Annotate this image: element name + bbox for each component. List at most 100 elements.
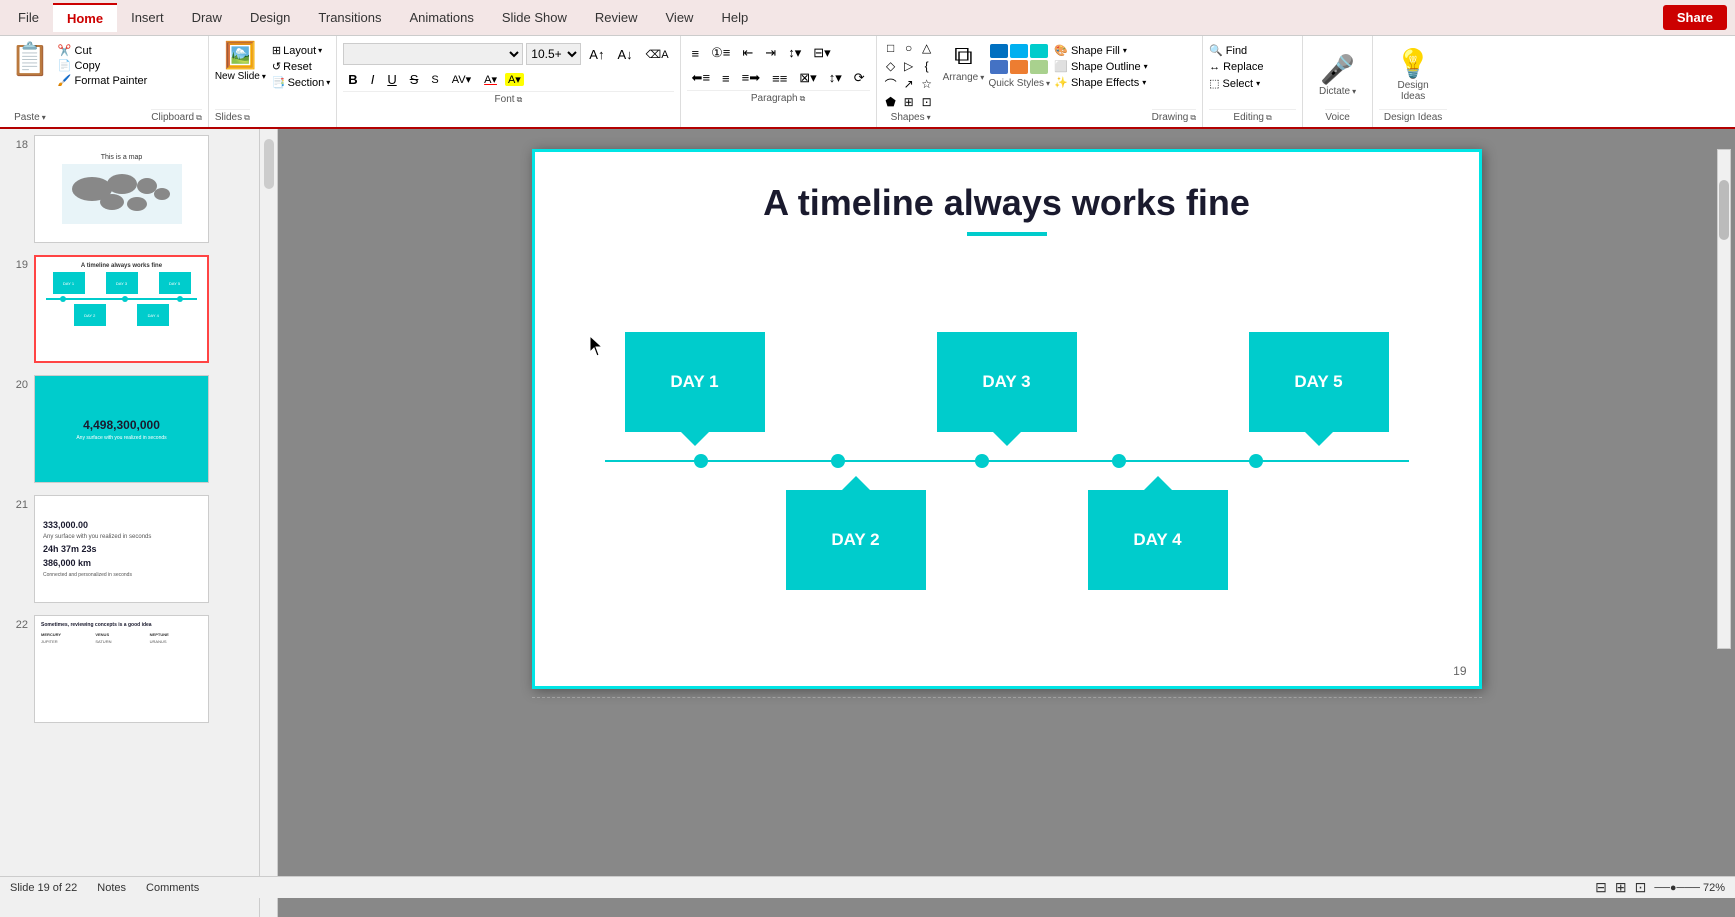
tab-review[interactable]: Review [581, 4, 652, 31]
tab-insert[interactable]: Insert [117, 4, 178, 31]
status-view-normal[interactable]: ⊟ [1595, 879, 1607, 896]
reset-button[interactable]: ↺Reset [272, 60, 330, 73]
panel-scrollbar[interactable] [260, 129, 278, 917]
select-button[interactable]: ⬚Select▾ [1209, 77, 1296, 90]
align-left-button[interactable]: ⬅≡ [687, 68, 715, 88]
align-right-button[interactable]: ≡➡ [737, 68, 765, 88]
slides-group: 🖼️ New Slide▾ ⊞Layout▾ ↺Reset 📑Section▾ [209, 36, 337, 127]
slide-img-19[interactable]: A timeline always works fine DAY 1 DAY 3… [34, 255, 209, 363]
app-body: 18 This is a map [0, 129, 1735, 917]
shadow-button[interactable]: S [426, 72, 443, 88]
slide20-mini-number: 4,498,300,000 [83, 418, 160, 432]
tab-design[interactable]: Design [236, 4, 304, 31]
slide-canvas-19[interactable]: A timeline always works fine DAY 1 DAY 3 [532, 149, 1482, 689]
decrease-indent-button[interactable]: ⇤ [737, 43, 758, 63]
slide-content: A timeline always works fine DAY 1 DAY 3 [535, 152, 1479, 686]
dictate-button[interactable]: 🎤 Dictate▾ [1319, 40, 1356, 109]
format-painter-button[interactable]: 🖌️Format Painter [58, 74, 147, 87]
tab-view[interactable]: View [652, 4, 708, 31]
font-label[interactable]: Font⧉ [343, 91, 673, 105]
slide-img-20[interactable]: 4,498,300,000 Any surface with you reali… [34, 375, 209, 483]
tab-help[interactable]: Help [707, 4, 762, 31]
slide-num-20: 20 [8, 379, 28, 391]
shapes-button[interactable]: □○△◇ ▷{⌒↗ ☆⬟⊞⊡ Shapes▾ [883, 40, 939, 123]
font-color-button[interactable]: A▾ [479, 71, 502, 88]
cut-button[interactable]: ✂️Cut [58, 44, 147, 57]
clipboard-label[interactable]: Clipboard⧉ [151, 109, 202, 123]
underline-button[interactable]: U [382, 70, 401, 89]
font-name-select[interactable] [343, 43, 523, 65]
bold-button[interactable]: B [343, 70, 362, 89]
panel-scrollbar-thumb[interactable] [264, 139, 274, 189]
increase-indent-button[interactable]: ⇥ [760, 43, 781, 63]
new-slide-button[interactable]: 🖼️ New Slide▾ [215, 40, 266, 107]
share-button[interactable]: Share [1663, 5, 1727, 30]
cols-button[interactable]: ⊟▾ [808, 43, 835, 63]
status-zoom-slider[interactable]: ──●─── 72% [1654, 882, 1725, 894]
ribbon-body: 📋 Paste▾ ✂️Cut 📄Copy 🖌️Format Painter [0, 36, 1735, 127]
slide-thumb-18[interactable]: 18 This is a map [0, 129, 259, 249]
direction-button[interactable]: ↕▾ [824, 68, 847, 88]
slide21-stat3-desc: Connected and personalized in seconds [43, 572, 200, 578]
day3-box: DAY 3 [937, 332, 1077, 432]
find-button[interactable]: 🔍Find [1209, 44, 1296, 57]
line-spacing-button[interactable]: ↕▾ [783, 43, 806, 63]
tab-draw[interactable]: Draw [178, 4, 236, 31]
slide-num-22: 22 [8, 619, 28, 631]
justify-button[interactable]: ≡≡ [767, 69, 792, 88]
align-center-button[interactable]: ≡ [717, 69, 735, 88]
canvas-scrollbar-thumb[interactable] [1719, 180, 1729, 240]
slide-num-21: 21 [8, 499, 28, 511]
convert-smartart-button[interactable]: ⟳ [849, 68, 870, 88]
slide-panel: 18 This is a map [0, 129, 260, 917]
copy-button[interactable]: 📄Copy [58, 59, 147, 72]
tab-transitions[interactable]: Transitions [304, 4, 395, 31]
strikethrough-button[interactable]: S [405, 70, 424, 89]
font-size-select[interactable]: 10.5+ [526, 43, 581, 65]
tab-animations[interactable]: Animations [396, 4, 488, 31]
slide-thumb-21[interactable]: 21 333,000.00 Any surface with you reali… [0, 489, 259, 609]
editing-label[interactable]: Editing⧉ [1209, 109, 1296, 123]
numbering-button[interactable]: ①≡ [706, 43, 735, 63]
shape-fill-button[interactable]: 🎨Shape Fill▾ [1054, 44, 1147, 57]
slide-img-21[interactable]: 333,000.00 Any surface with you realized… [34, 495, 209, 603]
clear-format-button[interactable]: ⌫A [641, 46, 674, 63]
slide18-title: This is a map [101, 154, 143, 161]
smartart-button[interactable]: ⊠▾ [794, 68, 821, 88]
slide-img-18[interactable]: This is a map [34, 135, 209, 243]
arrange-button[interactable]: ⧉ Arrange▾ [943, 40, 985, 123]
paste-button[interactable]: 📋 [6, 40, 54, 78]
shape-outline-button[interactable]: ⬜Shape Outline▾ [1054, 60, 1147, 73]
slide-thumb-22[interactable]: 22 Sometimes, reviewing concepts is a go… [0, 609, 259, 729]
section-button[interactable]: 📑Section▾ [272, 76, 330, 89]
slide-thumb-19[interactable]: 19 A timeline always works fine DAY 1 DA… [0, 249, 259, 369]
voice-label: Voice [1325, 109, 1349, 123]
status-view-outline[interactable]: ⊞ [1615, 879, 1627, 896]
tab-file[interactable]: File [4, 4, 53, 31]
drawing-group: □○△◇ ▷{⌒↗ ☆⬟⊞⊡ Shapes▾ ⧉ Arrange▾ [877, 36, 1203, 127]
canvas-area: A timeline always works fine DAY 1 DAY 3 [278, 129, 1735, 917]
slide21-stat1: 333,000.00 [43, 520, 200, 530]
status-comments: Comments [146, 882, 199, 894]
bullets-button[interactable]: ≡ [687, 44, 705, 63]
status-slide-count: Slide 19 of 22 [10, 882, 77, 894]
design-ideas-button[interactable]: 💡 Design Ideas [1396, 40, 1431, 109]
slides-label[interactable]: Slides⧉ [215, 109, 250, 123]
slide-thumb-20[interactable]: 20 4,498,300,000 Any surface with you re… [0, 369, 259, 489]
status-view-reading[interactable]: ⊡ [1635, 879, 1647, 896]
paragraph-label[interactable]: Paragraph⧉ [687, 90, 870, 104]
char-spacing-button[interactable]: AV▾ [447, 71, 476, 88]
shape-effects-button[interactable]: ✨Shape Effects▾ [1054, 76, 1147, 89]
highlight-button[interactable]: A▾ [505, 73, 524, 86]
tab-home[interactable]: Home [53, 3, 117, 32]
canvas-scrollbar[interactable] [1717, 149, 1731, 649]
slide-img-22[interactable]: Sometimes, reviewing concepts is a good … [34, 615, 209, 723]
replace-button[interactable]: ↔Replace [1209, 61, 1296, 73]
quick-styles-button[interactable]: Quick Styles▾ [988, 40, 1050, 123]
decrease-font-button[interactable]: A↓ [612, 45, 637, 64]
italic-button[interactable]: I [366, 70, 380, 89]
drawing-label[interactable]: Drawing⧉ [1152, 109, 1196, 123]
increase-font-button[interactable]: A↑ [584, 45, 609, 64]
tab-slideshow[interactable]: Slide Show [488, 4, 581, 31]
layout-button[interactable]: ⊞Layout▾ [272, 44, 330, 57]
